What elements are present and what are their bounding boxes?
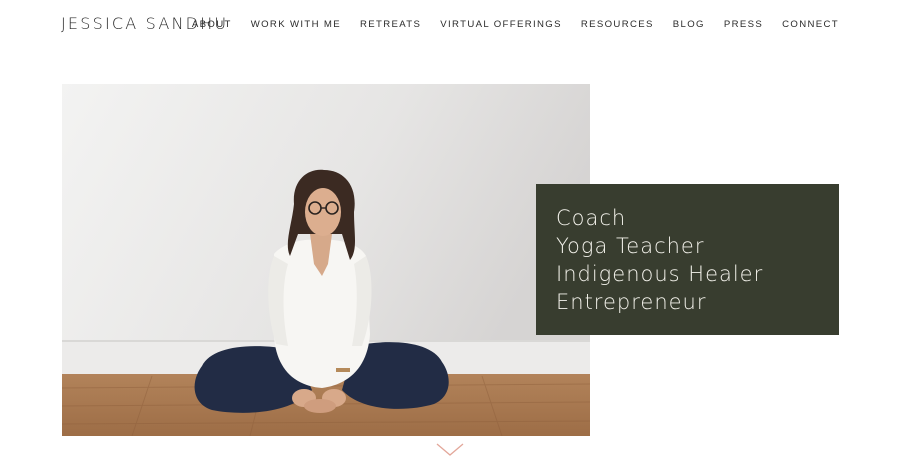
nav-about[interactable]: ABOUT [192, 19, 232, 30]
nav-blog[interactable]: BLOG [673, 19, 705, 30]
hero-image [62, 84, 590, 436]
nav-press[interactable]: PRESS [724, 19, 763, 30]
main-nav: ABOUT WORK WITH ME RETREATS VIRTUAL OFFE… [192, 19, 839, 30]
nav-connect[interactable]: CONNECT [782, 19, 839, 30]
nav-virtual-offerings[interactable]: VIRTUAL OFFERINGS [440, 19, 562, 30]
role-line: Entrepreneur [556, 290, 707, 314]
nav-retreats[interactable]: RETREATS [360, 19, 421, 30]
hero-photo-woman-seated [62, 84, 590, 436]
nav-resources[interactable]: RESOURCES [581, 19, 654, 30]
role-line: Coach [556, 206, 627, 230]
role-line: Indigenous Healer [556, 262, 764, 286]
nav-work-with-me[interactable]: WORK WITH ME [251, 19, 341, 30]
page: JESSICA SANDHU ABOUT WORK WITH ME RETREA… [0, 0, 900, 471]
roles-card: Coach Yoga Teacher Indigenous Healer Ent… [536, 184, 839, 335]
chevron-down-icon[interactable] [436, 443, 464, 457]
role-line: Yoga Teacher [556, 234, 705, 258]
